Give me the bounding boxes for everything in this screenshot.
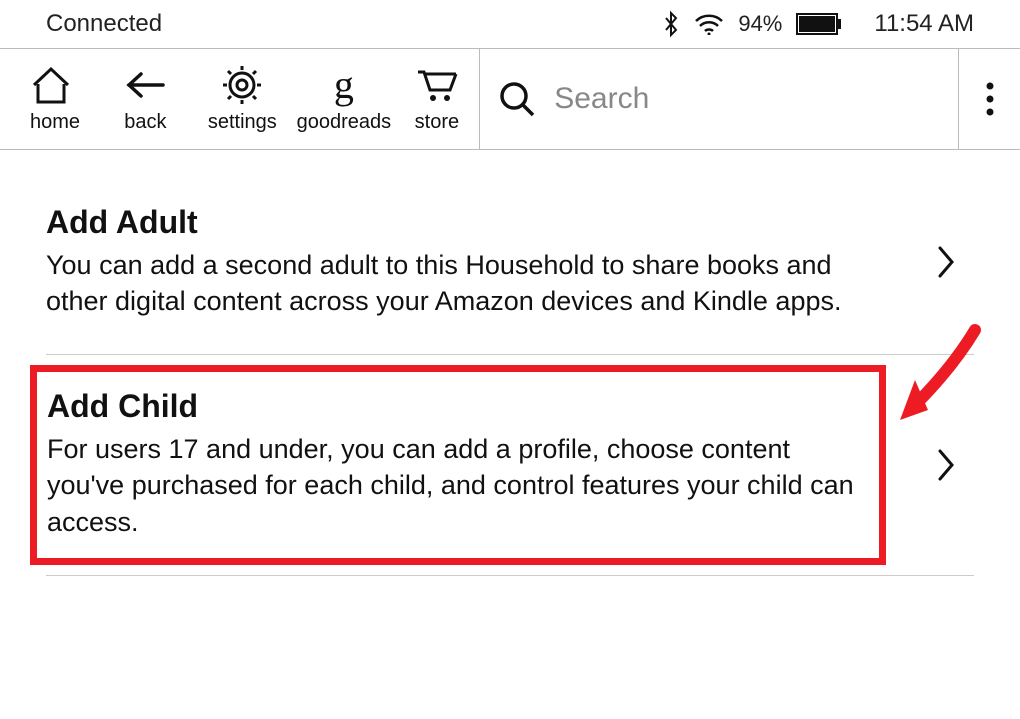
home-button[interactable]: home xyxy=(0,49,99,149)
toolbar: home back settings g goodreads xyxy=(0,48,1020,150)
store-label: store xyxy=(415,111,459,134)
battery-percent: 94% xyxy=(738,11,782,37)
add-adult-title: Add Adult xyxy=(46,204,886,241)
settings-label: settings xyxy=(208,111,277,134)
back-label: back xyxy=(124,111,166,134)
connection-status: Connected xyxy=(46,10,162,38)
more-vertical-icon xyxy=(985,80,995,118)
search-input[interactable] xyxy=(554,82,940,116)
add-child-desc: For users 17 and under, you can add a pr… xyxy=(47,431,869,540)
search-icon xyxy=(498,80,536,118)
status-bar: Connected 94% 11:54 AM xyxy=(0,0,1020,48)
cart-icon xyxy=(416,65,458,105)
search-area[interactable] xyxy=(479,49,958,149)
household-options: Add Adult You can add a second adult to … xyxy=(0,150,1020,576)
wifi-icon xyxy=(694,13,724,35)
goodreads-button[interactable]: g goodreads xyxy=(293,49,395,149)
add-child-title: Add Child xyxy=(47,388,869,425)
home-label: home xyxy=(30,111,80,134)
more-menu-button[interactable] xyxy=(958,49,1020,149)
settings-button[interactable]: settings xyxy=(192,49,294,149)
goodreads-label: goodreads xyxy=(297,111,392,134)
back-button[interactable]: back xyxy=(99,49,191,149)
add-adult-text: Add Adult You can add a second adult to … xyxy=(46,204,886,320)
gear-icon xyxy=(222,65,262,105)
add-child-highlight: Add Child For users 17 and under, you ca… xyxy=(30,365,886,565)
home-icon xyxy=(30,65,72,105)
add-adult-desc: You can add a second adult to this House… xyxy=(46,247,886,320)
store-button[interactable]: store xyxy=(395,49,480,149)
back-arrow-icon xyxy=(123,65,167,105)
status-right: 94% 11:54 AM xyxy=(662,10,974,38)
add-child-option[interactable]: Add Child For users 17 and under, you ca… xyxy=(46,355,974,576)
bluetooth-icon xyxy=(662,10,680,38)
battery-icon xyxy=(796,13,842,35)
chevron-right-icon xyxy=(916,244,964,280)
add-adult-option[interactable]: Add Adult You can add a second adult to … xyxy=(46,150,974,355)
goodreads-icon: g xyxy=(334,65,354,105)
chevron-right-icon xyxy=(916,447,964,483)
clock-time: 11:54 AM xyxy=(874,10,974,38)
